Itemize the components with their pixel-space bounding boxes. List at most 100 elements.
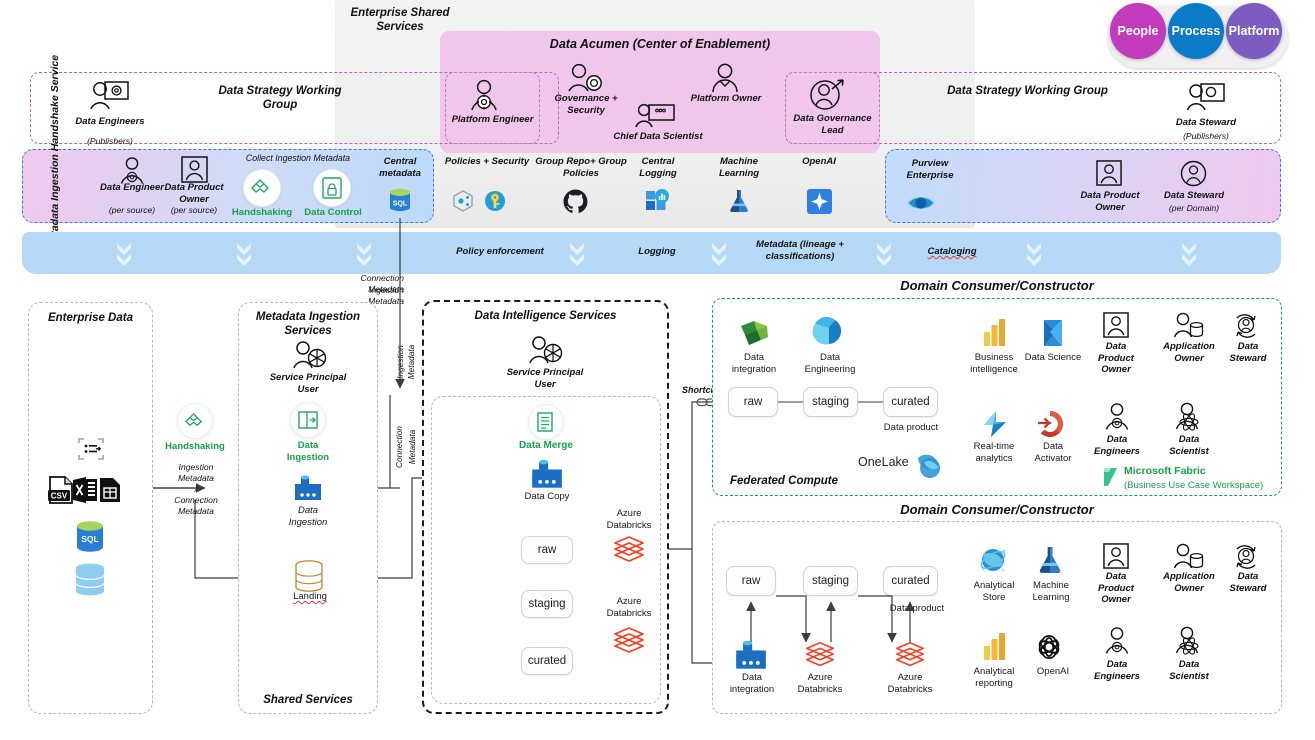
data-engineers-icon-d1: [1103, 402, 1131, 432]
data-copy-factory-icon: [530, 459, 564, 489]
dswg-right-role-title: Data Steward: [1175, 117, 1237, 128]
domain2-title: Domain Consumer/Constructor: [900, 502, 1094, 517]
dis-stage-staging[interactable]: staging: [521, 590, 573, 618]
enterprise-data-title: Enterprise Data: [47, 312, 133, 324]
svg-text:SQL: SQL: [81, 534, 98, 544]
realtime-analytics-icon-d1: [980, 410, 1010, 438]
data-merge-icon[interactable]: [529, 405, 563, 439]
domain2-role-2-label: Data Steward: [1229, 571, 1267, 594]
landing-label: Landing: [293, 591, 327, 602]
domain2-rtool-1-label: Machine Learning: [1032, 580, 1070, 603]
data-control-label: Data Control: [304, 207, 362, 218]
mis-service-principal-label: Service Principal User: [269, 372, 347, 395]
handshaking-icon-mis[interactable]: [178, 404, 212, 438]
purview-eye-icon: [906, 192, 936, 214]
handshaking-label-mis: Handshaking: [165, 441, 225, 452]
application-owner-icon-d2: [1173, 543, 1205, 571]
ml-flask-icon-d2: [1036, 545, 1064, 575]
data-product-owner-icon-d2: [1103, 543, 1129, 569]
handshaking-icon[interactable]: [244, 170, 280, 206]
data-scientist-icon-d1: [1173, 402, 1205, 432]
data-scientist-icon-d2: [1173, 626, 1205, 656]
data-factory-icon-mis: [293, 475, 323, 501]
handshake-role-1-title: Data Product Owner: [164, 182, 224, 205]
ss-label-openai: OpenAI: [802, 156, 836, 167]
metadata-vertical-label-2: Metadata: [407, 429, 417, 465]
generic-db-icon: [73, 563, 107, 597]
dswg-left-title: Data Strategy Working Group: [218, 85, 342, 111]
dis-service-principal-label: Service Principal User: [506, 367, 584, 390]
dswg-left-role-title: Data Engineers: [75, 116, 145, 127]
enterprise-data-panel: [28, 302, 153, 714]
svg-text:CSV: CSV: [51, 492, 68, 501]
domain2-connectors: [746, 595, 915, 643]
key-vault-icon: [484, 190, 506, 212]
enterprise-shared-services-title: Enterprise Shared Services: [350, 7, 450, 33]
microsoft-fabric-sub: (Business Use Case Workspace): [1124, 480, 1264, 491]
dis-stage-curated[interactable]: curated: [521, 647, 573, 675]
log-analytics-icon: [646, 189, 670, 213]
data-ingestion-icon[interactable]: [291, 403, 325, 437]
shared-services-footer: Shared Services: [263, 694, 353, 706]
connection-vertical-label: Connection: [394, 426, 404, 468]
data-steward-per-domain-icon: [1180, 160, 1207, 187]
domain1-rtool-0-label: Business intelligence: [970, 352, 1018, 375]
chief-data-scientist-icon: [634, 103, 678, 129]
middle-metadata-line-2: /: [194, 484, 198, 494]
data-product-owner-icon-d1: [1103, 312, 1129, 338]
middle-metadata-line-3: Connection: [174, 495, 218, 505]
dswg-left-role-sub: (Publishers): [87, 136, 133, 146]
table-icon: [99, 477, 121, 503]
pillar-people[interactable]: People: [1110, 3, 1166, 59]
acumen-role-chief-data-scientist: Chief Data Scientist: [613, 131, 703, 142]
onelake-label: OneLake: [858, 455, 909, 469]
collect-ingestion-metadata-label: Collect Ingestion Metadata: [245, 153, 351, 163]
policy-hexagon-icon: [452, 190, 474, 212]
pillar-process[interactable]: Process: [1168, 3, 1224, 59]
handshake-band-side-label-text: Metadata Ingestion Handshake Service: [48, 54, 61, 250]
dis-databricks-label-2: Azure Databricks: [606, 596, 652, 619]
dis-stage-raw[interactable]: raw: [521, 536, 573, 564]
data-merge-label: Data Merge: [519, 440, 573, 451]
data-control-icon[interactable]: [314, 170, 350, 206]
sql-db-icon-ent: SQL: [75, 520, 105, 553]
databricks-icon-1: [612, 535, 646, 565]
acumen-role-platform-engineer: Platform Engineer: [451, 114, 534, 125]
data-steward-icon-d2: [1232, 543, 1260, 571]
excel-icon: [73, 476, 97, 504]
data-copy-label: Data Copy: [524, 491, 570, 502]
csv-icon: CSV: [48, 476, 74, 504]
data-activator-icon-d1: [1035, 410, 1065, 438]
data-engineers-icon-d2: [1103, 626, 1131, 656]
landing-db-icon: [292, 560, 326, 594]
power-bi-icon-d1: [982, 318, 1008, 348]
openai-logo-icon-d2: [1034, 632, 1064, 662]
purview-enterprise-title: Purview Enterprise: [906, 158, 954, 181]
middle-metadata-line-4: Metadata: [178, 506, 214, 516]
data-product-owner-per-source-icon: [181, 156, 208, 183]
acumen-role-data-governance-lead: Data Governance Lead: [793, 113, 872, 136]
domain1-rtool-1-label: Data Science: [1024, 352, 1082, 363]
purview-role-0-title: Data Product Owner: [1080, 190, 1140, 213]
data-acumen-title: Data Acumen (Center of Enablement): [549, 37, 771, 51]
central-metadata-label: Central metadata: [379, 156, 421, 179]
svg-text:SQL: SQL: [393, 201, 408, 208]
data-governance-lead-icon: [808, 78, 846, 112]
data-steward-publishers-icon: [1185, 82, 1227, 113]
domain1-role-1-label: Application Owner: [1163, 341, 1215, 364]
dswg-right-role-sub: (Publishers): [1183, 131, 1229, 141]
domain2-rtool-2-label: Analytical reporting: [973, 666, 1015, 689]
ss-label-central-logging: Central Logging: [639, 156, 677, 179]
microsoft-fabric-title: Microsoft Fabric: [1124, 465, 1206, 477]
blue-band-chevrons: [117, 243, 1196, 266]
power-bi-icon-d2: [982, 632, 1008, 662]
microsoft-fabric-icon: [1100, 464, 1122, 488]
metadata-vertical-label-1: Metadata: [406, 344, 416, 380]
pillar-platform[interactable]: Platform: [1226, 3, 1282, 59]
data-ingestion-green-label: Data Ingestion: [286, 440, 330, 463]
data-intelligence-title: Data Intelligence Services: [474, 310, 617, 322]
sql-db-icon: SQL: [388, 188, 412, 214]
domain2-rtool-0-label: Analytical Store: [973, 580, 1015, 603]
onelake-icon: [912, 452, 944, 482]
acumen-role-governance-security: Governance + Security: [554, 93, 618, 116]
